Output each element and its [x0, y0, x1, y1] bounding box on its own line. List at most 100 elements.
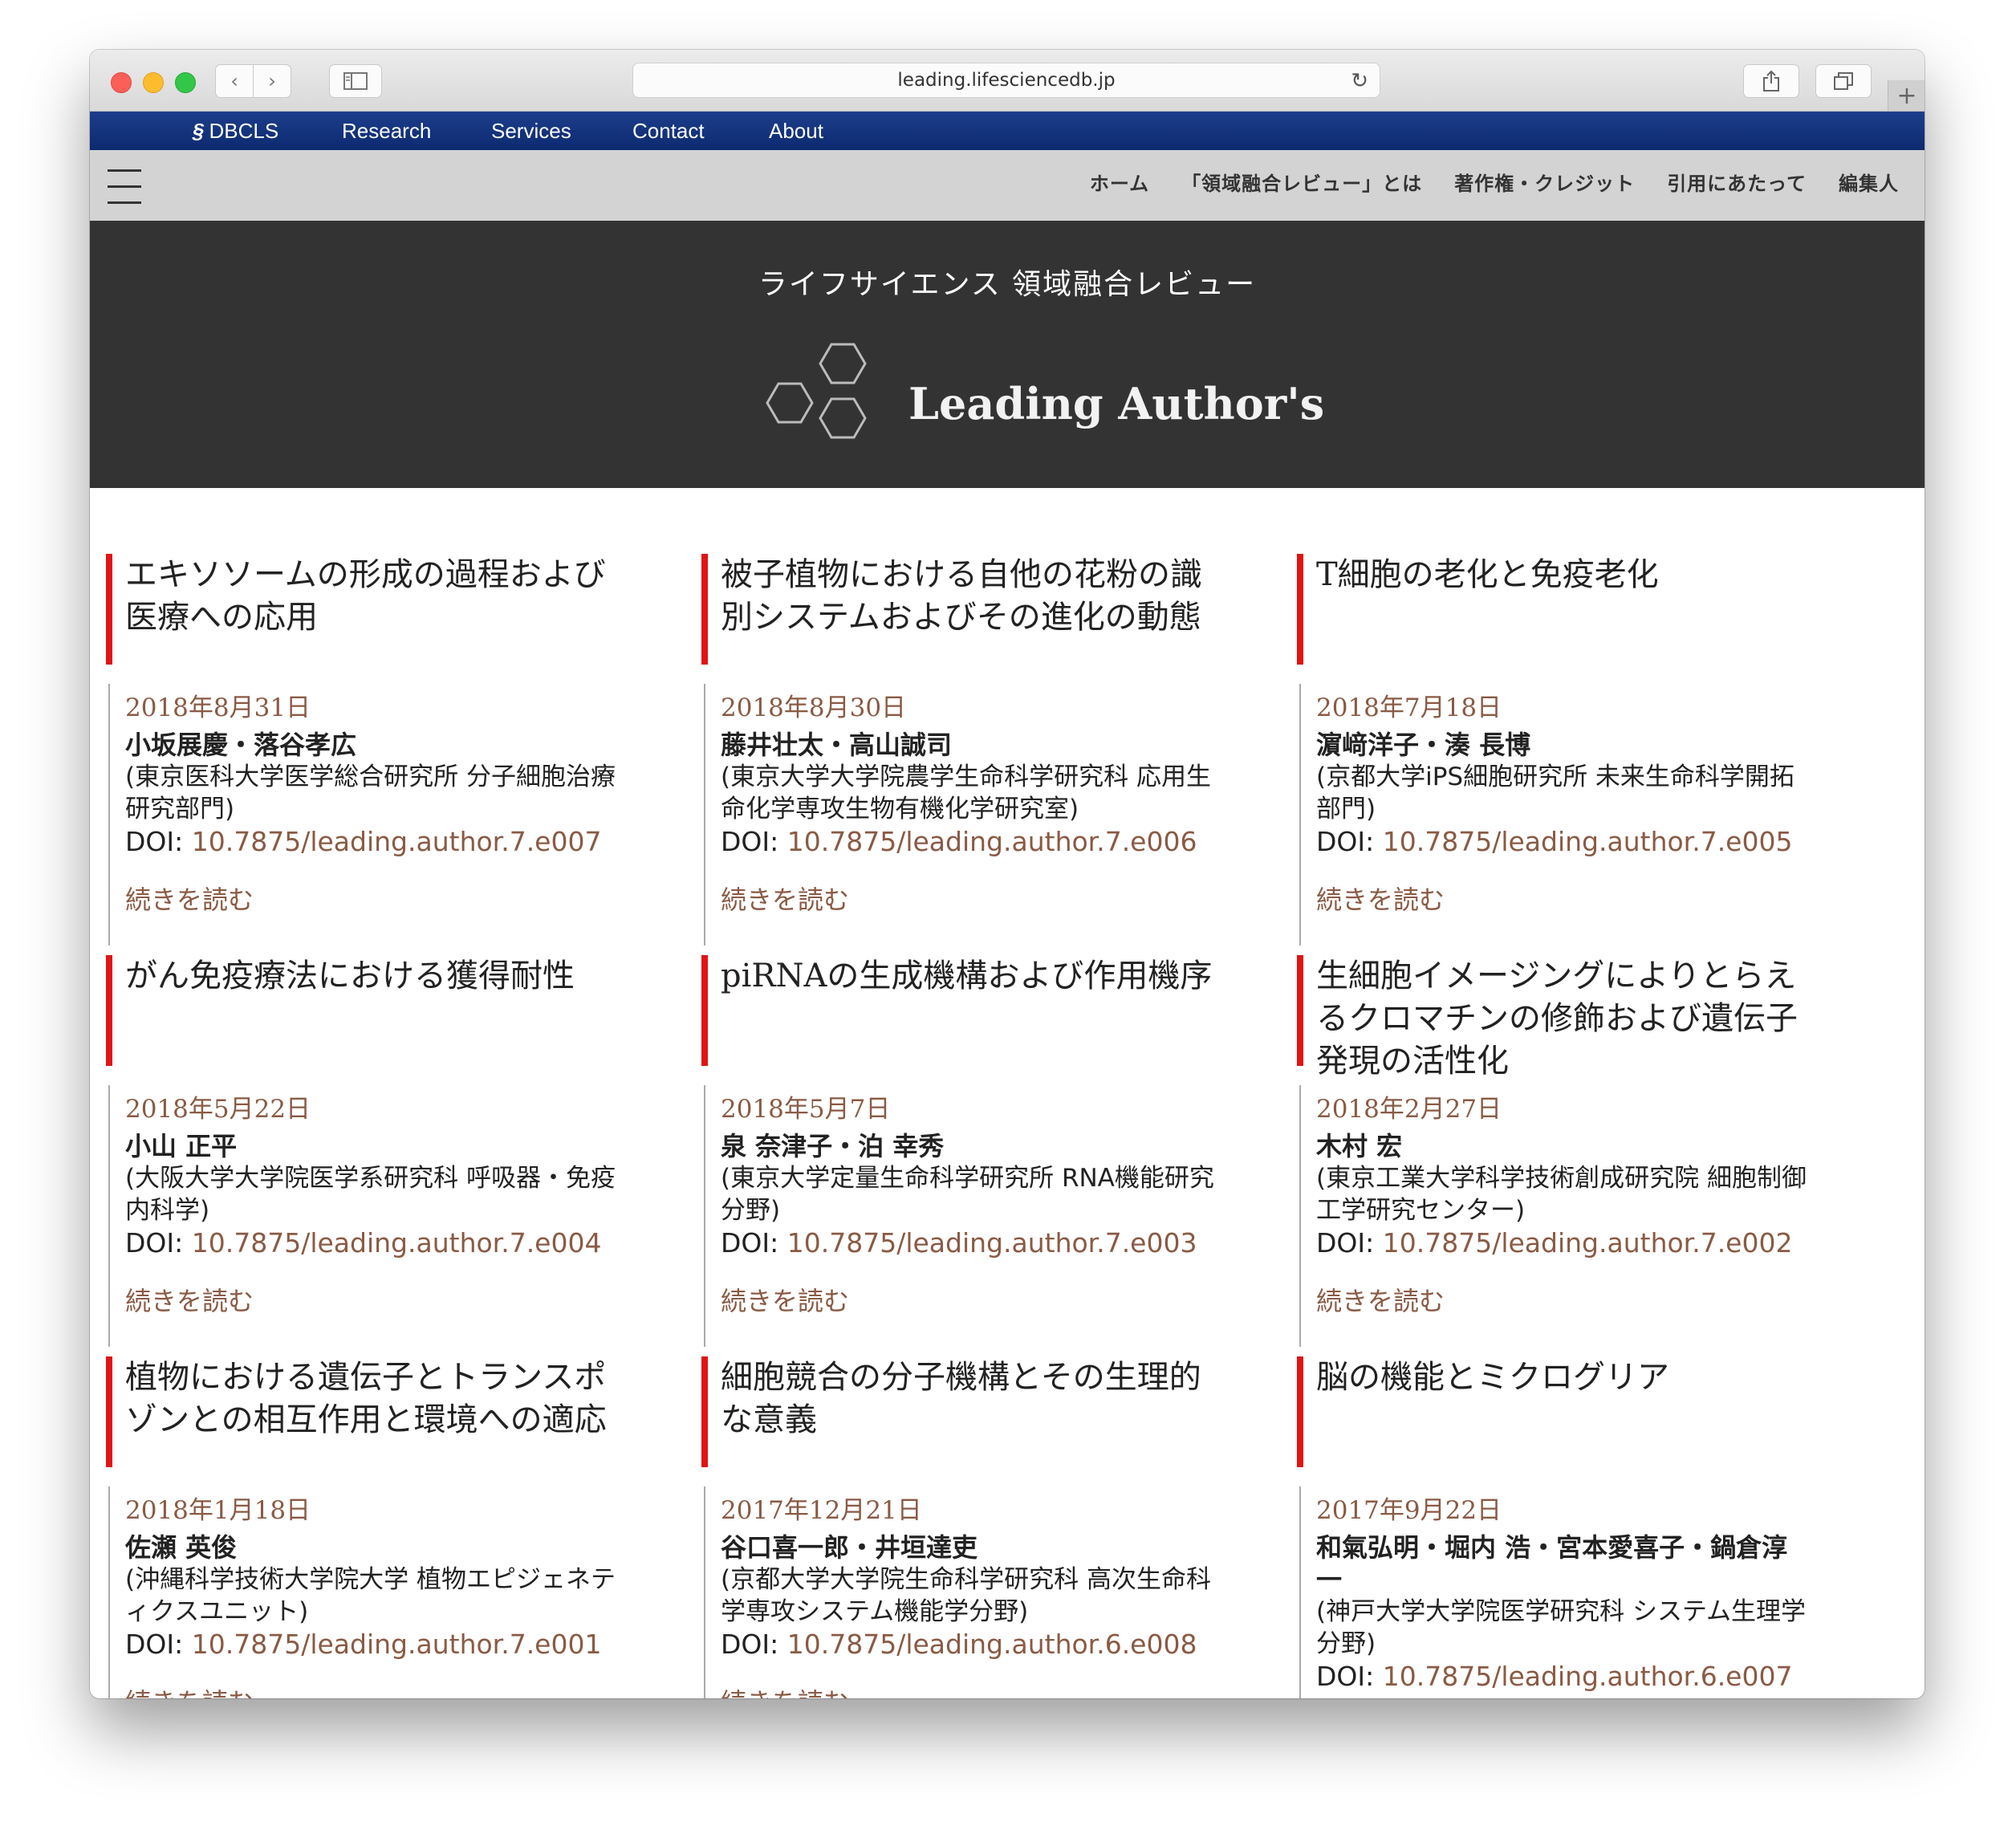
article-authors: 濵﨑洋子・湊 長博	[1316, 730, 1531, 760]
article-doi: DOI: 10.7875/leading.author.6.e008	[721, 1628, 1215, 1661]
article-date: 2017年12月21日	[721, 1496, 922, 1525]
article-authors: 小坂展慶・落谷孝広	[125, 730, 357, 760]
article-title[interactable]: 脳の機能とミクログリア	[1316, 1356, 1811, 1399]
doi-label: DOI:	[1316, 1227, 1375, 1259]
doi-label: DOI:	[721, 826, 779, 857]
article-title-block: 生細胞イメージングによりとらえるクロマチンの修飾および遺伝子発現の活性化	[1297, 955, 1811, 1080]
article-meta: 2018年5月7日泉 奈津子・泊 幸秀 (東京大学定量生命科学研究所 RNA機能研…	[704, 1085, 1215, 1347]
doi-link[interactable]: 10.7875/leading.author.7.e001	[192, 1629, 602, 1660]
article-date: 2018年8月30日	[721, 693, 907, 722]
article-affiliation: (東京工業大学科学技術創成研究院 細胞制御工学研究センター)	[1316, 1164, 1807, 1225]
menu-icon[interactable]	[108, 169, 141, 205]
read-more-link[interactable]: 続きを読む	[721, 1281, 1215, 1318]
reload-icon[interactable]: ↻	[1351, 69, 1368, 93]
nav-link-about[interactable]: About	[769, 119, 823, 144]
article-title[interactable]: 被子植物における自他の花粉の識別システムおよびその進化の動態	[721, 554, 1215, 639]
back-button[interactable]: ‹	[215, 64, 254, 98]
article-date: 2018年7月18日	[1316, 693, 1502, 722]
doi-label: DOI:	[721, 1629, 779, 1660]
article-doi: DOI: 10.7875/leading.author.6.e007	[1316, 1660, 1811, 1694]
read-more-link[interactable]: 続きを読む	[1316, 880, 1811, 917]
plus-icon: +	[1896, 81, 1917, 110]
doi-link[interactable]: 10.7875/leading.author.7.e007	[192, 826, 602, 857]
doi-link[interactable]: 10.7875/leading.author.7.e006	[787, 826, 1197, 857]
site-title[interactable]: Leading Author's	[908, 378, 1324, 429]
article-title-block: エキソソームの形成の過程および医療への応用	[106, 554, 620, 665]
article-meta: 2018年5月22日 小山 正平 (大阪大学大学院医学系研究科 呼吸器・免疫内科学)…	[108, 1085, 620, 1347]
article-doi: DOI: 10.7875/leading.author.7.e005	[1316, 825, 1811, 859]
article-title-block: 植物における遺伝子とトランスポゾンとの相互作用と環境への適応	[106, 1356, 620, 1467]
dbcls-logo-link[interactable]: § DBCLS	[190, 119, 279, 144]
read-more-link[interactable]: 続きを読む	[721, 880, 1215, 917]
nav-home[interactable]: ホーム	[1090, 168, 1149, 196]
doi-link[interactable]: 10.7875/leading.author.7.e004	[192, 1227, 602, 1259]
article-authors: 和氣弘明・堀内 浩・宮本愛喜子・鍋倉淳一	[1316, 1532, 1788, 1595]
address-bar[interactable]: leading.lifesciencedb.jp ↻	[632, 63, 1380, 98]
browser-toolbar: ‹ › leading.lifesciencedb.jp ↻ +	[90, 50, 1925, 112]
article-card: T細胞の老化と免疫老化 2018年7月18日 濵﨑洋子・湊 長博 (京都大学iPS細胞…	[1297, 554, 1811, 946]
nav-copyright[interactable]: 著作権・クレジット	[1454, 168, 1635, 196]
nav-link-research[interactable]: Research	[342, 119, 431, 144]
article-authors: 佐瀬 英俊	[125, 1532, 238, 1563]
article-title[interactable]: エキソソームの形成の過程および医療への応用	[125, 554, 620, 639]
doi-link[interactable]: 10.7875/leading.author.7.e005	[1383, 826, 1793, 857]
tabs-icon	[1834, 72, 1853, 90]
show-tabs-button[interactable]	[1815, 64, 1872, 98]
site-nav: ホーム 「領域融合レビュー」とは 著作権・クレジット 引用にあたって 編集人	[90, 150, 1925, 221]
article-doi: DOI: 10.7875/leading.author.7.e001	[125, 1628, 620, 1661]
article-affiliation: (京都大学iPS細胞研究所 未来生命科学開拓部門)	[1316, 762, 1794, 824]
nav-about-review[interactable]: 「領域融合レビュー」とは	[1181, 168, 1422, 196]
nav-link-services[interactable]: Services	[491, 119, 571, 144]
article-title-block: 細胞競合の分子機構とその生理的な意義	[701, 1356, 1215, 1467]
read-more-link[interactable]: 続きを読む	[125, 1281, 620, 1318]
read-more-link[interactable]: 続きを読む	[125, 1682, 620, 1698]
doi-link[interactable]: 10.7875/leading.author.6.e007	[1383, 1661, 1793, 1692]
article-meta: 2018年1月18日 佐瀬 英俊 (沖縄科学技術大学院大学 植物エピジェネティクスユ…	[108, 1486, 620, 1698]
article-title[interactable]: T細胞の老化と免疫老化	[1316, 554, 1811, 596]
article-date: 2018年5月22日	[125, 1095, 311, 1124]
close-window-button[interactable]	[111, 72, 132, 93]
nav-link-contact[interactable]: Contact	[632, 119, 705, 144]
article-card: 脳の機能とミクログリア 2017年9月22日 和氣弘明・堀内 浩・宮本愛喜子・鍋倉淳…	[1297, 1356, 1811, 1698]
doi-link[interactable]: 10.7875/leading.author.7.e003	[787, 1227, 1197, 1259]
article-date: 2018年2月27日	[1316, 1095, 1502, 1124]
read-more-link[interactable]: 続きを読む	[721, 1682, 1215, 1698]
article-affiliation: (沖縄科学技術大学院大学 植物エピジェネティクスユニット)	[125, 1565, 616, 1626]
doi-link[interactable]: 10.7875/leading.author.6.e008	[787, 1629, 1197, 1660]
article-card: 植物における遺伝子とトランスポゾンとの相互作用と環境への適応 2018年1月18日…	[106, 1356, 620, 1698]
new-tab-button[interactable]: +	[1888, 80, 1925, 111]
nav-editor[interactable]: 編集人	[1839, 168, 1899, 196]
article-list: エキソソームの形成の過程および医療への応用 2018年8月31日 小坂展慶・落谷孝広…	[90, 488, 1925, 1698]
zoom-window-button[interactable]	[175, 72, 196, 93]
article-doi: DOI: 10.7875/leading.author.7.e004	[125, 1226, 620, 1260]
doi-label: DOI:	[1316, 826, 1375, 857]
share-button[interactable]	[1743, 64, 1799, 98]
article-card: エキソソームの形成の過程および医療への応用 2018年8月31日 小坂展慶・落谷孝広…	[106, 554, 620, 946]
forward-button[interactable]: ›	[253, 64, 291, 98]
article-title[interactable]: 細胞競合の分子機構とその生理的な意義	[721, 1356, 1215, 1442]
article-card: 生細胞イメージングによりとらえるクロマチンの修飾および遺伝子発現の活性化 2018…	[1297, 955, 1811, 1347]
minimize-window-button[interactable]	[143, 72, 164, 93]
article-title[interactable]: 植物における遺伝子とトランスポゾンとの相互作用と環境への適応	[125, 1356, 620, 1442]
article-card: がん免疫療法における獲得耐性 2018年5月22日 小山 正平 (大阪大学大学院医学系…	[106, 955, 620, 1347]
article-title-block: がん免疫療法における獲得耐性	[106, 955, 620, 1066]
dbcls-brand: DBCLS	[209, 119, 279, 143]
browser-window: ‹ › leading.lifesciencedb.jp ↻ + § DBCLS…	[90, 50, 1925, 1698]
article-affiliation: (神戸大学大学院医学研究科 システム生理学分野)	[1316, 1597, 1807, 1658]
read-more-link[interactable]: 続きを読む	[125, 880, 620, 917]
doi-link[interactable]: 10.7875/leading.author.7.e002	[1383, 1227, 1793, 1259]
sidebar-toggle-button[interactable]	[329, 64, 382, 98]
site-header: ライフサイエンス 領域融合レビュー Leading Author's	[90, 221, 1925, 488]
article-title[interactable]: piRNAの生成機構および作用機序	[721, 955, 1215, 998]
article-title[interactable]: がん免疫療法における獲得耐性	[125, 955, 620, 998]
site-nav-links: ホーム 「領域融合レビュー」とは 著作権・クレジット 引用にあたって 編集人	[1090, 168, 1899, 196]
article-doi: DOI: 10.7875/leading.author.7.e002	[1316, 1226, 1811, 1260]
read-more-link[interactable]: 続きを読む	[1316, 1281, 1811, 1318]
article-authors: 藤井壮太・高山誠司	[721, 730, 953, 760]
nav-citation[interactable]: 引用にあたって	[1667, 168, 1807, 196]
doi-label: DOI:	[125, 1629, 184, 1660]
doi-label: DOI:	[125, 1227, 184, 1259]
article-title[interactable]: 生細胞イメージングによりとらえるクロマチンの修飾および遺伝子発現の活性化	[1316, 955, 1811, 1083]
dbcls-top-bar: § DBCLS Research Services Contact About	[90, 112, 1925, 150]
url-text: leading.lifesciencedb.jp	[897, 70, 1116, 91]
